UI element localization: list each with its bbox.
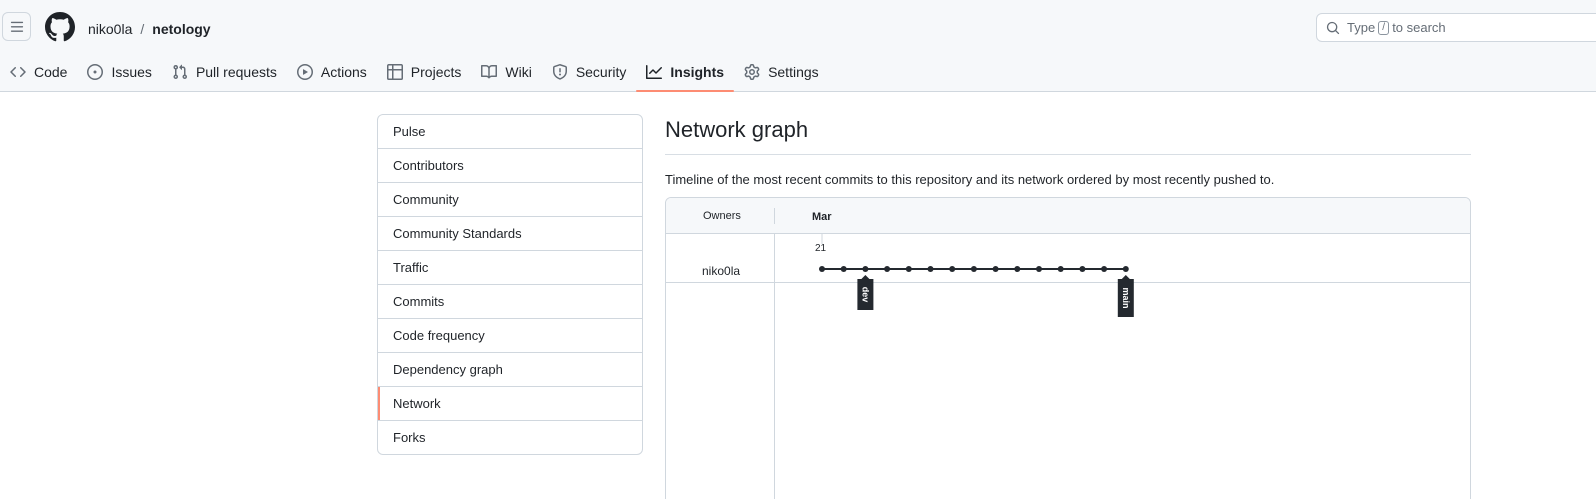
graph-icon [646,65,663,79]
branch-label-text: main [1121,287,1131,308]
search-suffix: to search [1392,20,1446,35]
sidebar-item-label: Commits [393,294,445,309]
tab-label: Insights [670,64,725,80]
search-placeholder: Type / to search [1347,21,1446,35]
branch-label-text: dev [860,287,870,303]
shield-icon [552,64,567,80]
sidebar-item-dependency-graph[interactable]: Dependency graph [378,352,642,386]
sidebar-item-contributors[interactable]: Contributors [378,148,642,182]
commit-dot[interactable] [1122,266,1129,272]
commit-dot[interactable] [819,266,825,272]
tab-insights[interactable]: Insights [636,56,734,92]
repo-nav: Code Issues Pull requests Actions Projec… [0,56,829,92]
tab-label: Pull requests [195,64,277,80]
tab-label: Settings [768,64,819,80]
commit-dot[interactable] [884,266,891,272]
commit-dot[interactable] [1057,266,1064,272]
repo-owner-link[interactable]: niko0la [88,20,132,38]
sidebar-item-community-standards[interactable]: Community Standards [378,216,642,250]
menu-button[interactable] [2,12,31,41]
commit-dot[interactable] [1014,266,1021,272]
repo-name-link[interactable]: netology [152,20,210,38]
sidebar-item-network[interactable]: Network [378,386,642,420]
insights-sidebar: Pulse Contributors Community Community S… [377,114,643,455]
commit-dot[interactable] [840,266,847,272]
app-header: niko0la / netology Type / to search Code… [0,0,1596,92]
sidebar-item-pulse[interactable]: Pulse [378,115,642,148]
tab-security[interactable]: Security [542,56,637,88]
commit-dot[interactable] [862,266,869,272]
sidebar-item-code-frequency[interactable]: Code frequency [378,318,642,352]
sidebar-item-label: Code frequency [393,328,485,343]
sidebar-item-label: Forks [393,430,426,445]
tab-pull-requests[interactable]: Pull requests [162,56,287,88]
commit-dot[interactable] [992,266,999,272]
main-content: Network graph Timeline of the most recen… [665,114,1471,189]
issue-opened-icon [87,64,104,80]
commit-dot[interactable] [905,266,912,272]
branch-label-dev[interactable]: dev [857,275,874,310]
sidebar-item-forks[interactable]: Forks [378,420,642,454]
table-icon [386,64,403,80]
branch-label-main[interactable]: main [1117,275,1134,317]
sidebar-item-label: Community Standards [393,226,522,241]
git-pull-request-icon [173,64,187,80]
book-icon [481,64,498,79]
sidebar-item-label: Dependency graph [393,362,503,377]
search-icon [1326,21,1340,35]
sidebar-item-community[interactable]: Community [378,182,642,216]
commit-dot[interactable] [1101,266,1108,272]
tab-settings[interactable]: Settings [734,56,829,88]
tab-label: Issues [111,64,152,80]
gear-icon [744,64,760,80]
tab-wiki[interactable]: Wiki [471,56,541,88]
tab-projects[interactable]: Projects [377,56,472,88]
commit-dot[interactable] [949,266,956,272]
page-description: Timeline of the most recent commits to t… [665,172,1275,187]
sidebar-item-label: Network [393,396,441,411]
search-input[interactable]: Type / to search [1316,13,1596,42]
sidebar-item-commits[interactable]: Commits [378,284,642,318]
sidebar-item-label: Community [393,192,459,207]
commit-dot[interactable] [1036,266,1042,272]
tab-actions[interactable]: Actions [287,56,377,88]
github-logo-icon[interactable] [45,12,75,42]
tab-label: Projects [410,64,462,80]
breadcrumb: niko0la / netology [88,20,211,38]
commit-dot[interactable] [1079,266,1086,272]
tab-label: Actions [320,64,367,80]
tab-label: Wiki [505,64,532,80]
tab-issues[interactable]: Issues [77,56,161,88]
sidebar-item-label: Traffic [393,260,429,275]
code-icon [10,66,26,78]
tab-code[interactable]: Code [0,56,77,88]
breadcrumb-separator: / [140,21,145,37]
tab-label: Security [575,64,627,80]
commit-timeline[interactable]: dev main [666,198,1471,499]
tab-label: Code [34,64,68,80]
commit-dot[interactable] [927,266,934,272]
search-shortcut-key: / [1378,21,1390,35]
page-title: Network graph [665,114,1471,155]
play-icon [296,64,313,80]
search-prefix: Type [1347,20,1376,35]
sidebar-item-label: Pulse [393,124,426,139]
network-graph[interactable]: Owners Mar 21 niko0la dev main [665,197,1471,499]
hamburger-icon [10,21,24,32]
sidebar-item-label: Contributors [393,158,464,173]
commit-dot[interactable] [970,266,977,272]
sidebar-item-traffic[interactable]: Traffic [378,250,642,284]
